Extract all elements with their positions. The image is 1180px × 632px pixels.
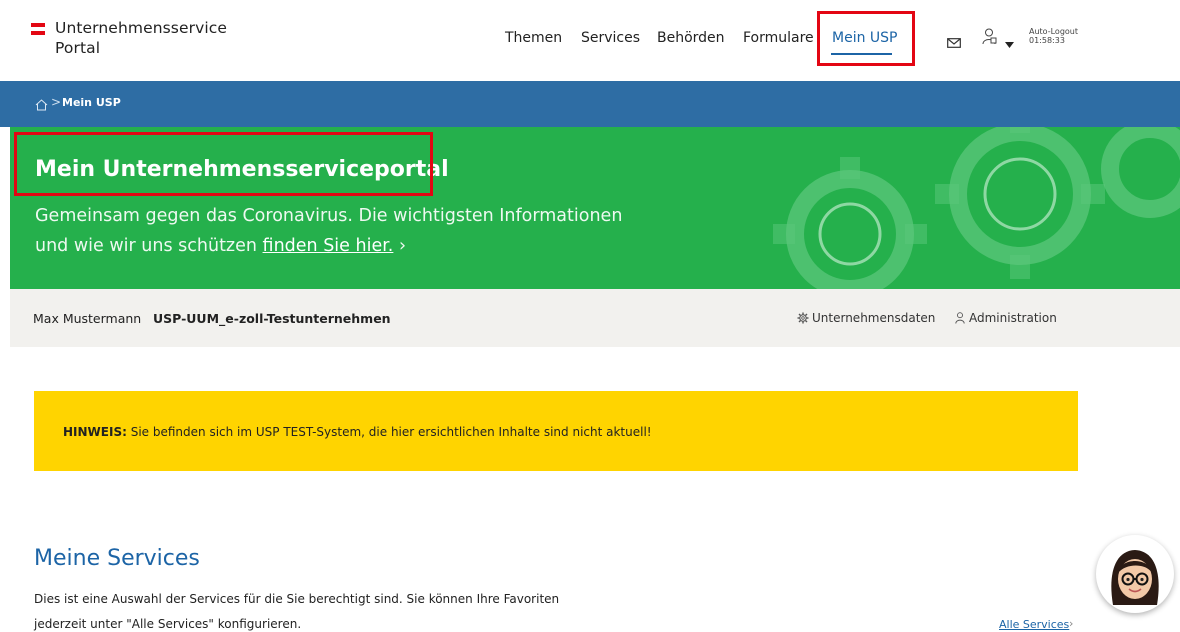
hero-text: Gemeinsam gegen das Coronavirus. Die wic… xyxy=(35,201,675,261)
logo-line-1: Unternehmensservice xyxy=(55,19,228,37)
administration-label: Administration xyxy=(969,311,1057,325)
chat-assistant-avatar[interactable] xyxy=(1096,535,1174,613)
services-description-line-1: Dies ist eine Auswahl der Services für d… xyxy=(34,592,560,606)
user-name: Max Mustermann xyxy=(33,311,142,326)
auto-logout: Auto-Logout 01:58:33 xyxy=(1029,27,1078,45)
hero-text-line-2: und wie wir uns schützen xyxy=(35,236,263,256)
highlight-box-nav xyxy=(817,11,915,66)
logo-line-2: Portal xyxy=(55,39,101,57)
nav-services[interactable]: Services xyxy=(581,30,640,46)
breadcrumb: > Mein USP xyxy=(0,81,1180,127)
notice-text: HINWEIS: Sie befinden sich im USP TEST-S… xyxy=(63,425,652,439)
all-services-link[interactable]: Alle Services xyxy=(999,618,1069,631)
company-name: USP-UUM_e-zoll-Testunternehmen xyxy=(153,311,391,326)
company-data-label: Unternehmensdaten xyxy=(812,311,936,325)
services-heading: Meine Services xyxy=(34,546,200,571)
corona-info-link[interactable]: finden Sie hier. xyxy=(263,236,394,256)
breadcrumb-current: Mein USP xyxy=(62,96,121,109)
notice-label: HINWEIS: xyxy=(63,425,127,439)
chevron-right-icon: › xyxy=(1069,617,1074,630)
usp-logo[interactable]: Unternehmensservice Portal xyxy=(31,18,227,58)
hero-text-line-1: Gemeinsam gegen das Coronavirus. Die wic… xyxy=(35,206,623,226)
chevron-right-icon: › xyxy=(398,236,406,256)
header: Unternehmensservice Portal Themen Servic… xyxy=(0,0,1180,81)
user-icon[interactable] xyxy=(982,28,998,49)
notice-message: Sie befinden sich im USP TEST-System, di… xyxy=(126,425,652,439)
administration-link[interactable]: Administration xyxy=(955,311,1057,325)
company-data-link[interactable]: Unternehmensdaten xyxy=(797,311,935,325)
gears-illustration xyxy=(773,127,1180,289)
nav-behoerden[interactable]: Behörden xyxy=(657,30,725,46)
nav-themen[interactable]: Themen xyxy=(505,30,562,46)
home-icon[interactable] xyxy=(35,96,48,115)
austria-flag-icon xyxy=(31,23,45,58)
gear-icon xyxy=(797,312,809,324)
caret-down-icon[interactable] xyxy=(1005,33,1014,52)
mail-icon[interactable] xyxy=(947,33,961,52)
test-system-notice: HINWEIS: Sie befinden sich im USP TEST-S… xyxy=(34,391,1078,471)
admin-user-icon xyxy=(955,312,965,324)
auto-logout-label: Auto-Logout xyxy=(1029,27,1078,36)
nav-formulare[interactable]: Formulare xyxy=(743,30,814,46)
breadcrumb-separator: > xyxy=(51,95,62,109)
company-bar: Max Mustermann USP-UUM_e-zoll-Testuntern… xyxy=(10,289,1180,347)
assistant-face-icon xyxy=(1111,550,1159,605)
services-description-line-2: jederzeit unter "Alle Services" konfigur… xyxy=(34,617,302,631)
auto-logout-time: 01:58:33 xyxy=(1029,36,1065,45)
highlight-box-title xyxy=(14,132,433,196)
